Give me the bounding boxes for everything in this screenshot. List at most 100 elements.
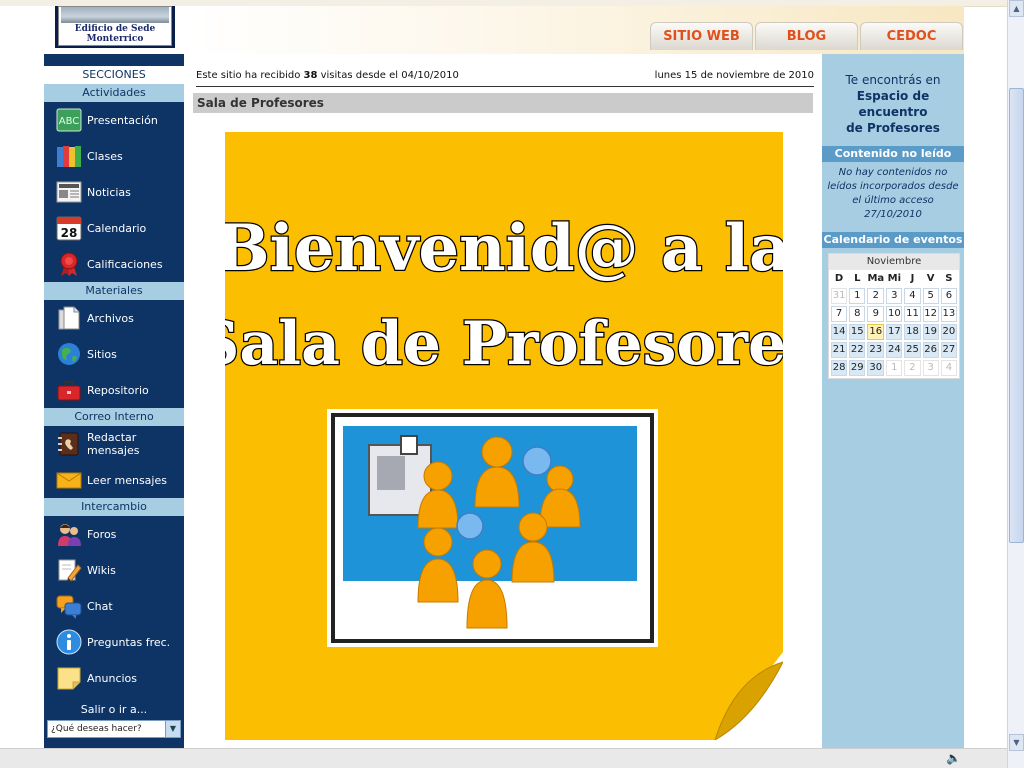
- sidebar-item-calificaciones[interactable]: Calificaciones: [44, 246, 184, 282]
- people-icon: [56, 521, 82, 547]
- calendar-day[interactable]: 9: [867, 306, 885, 322]
- tab-blog[interactable]: BLOG: [755, 22, 858, 50]
- welcome-title-line2: Sala de Profesores: [225, 309, 783, 379]
- welcome-title-line1: Bienvenid@ a la: [225, 211, 783, 286]
- calendar-day[interactable]: 15: [849, 324, 866, 340]
- building-photo: [61, 7, 169, 23]
- left-sidebar: SECCIONES Actividades ABC Presentación C…: [44, 54, 184, 748]
- calendar-day[interactable]: 24: [886, 342, 903, 358]
- chevron-down-icon[interactable]: ▼: [165, 721, 180, 737]
- calendar-day[interactable]: 2: [867, 288, 885, 304]
- svg-text:28: 28: [61, 226, 78, 240]
- scroll-down-icon[interactable]: ▼: [1009, 734, 1024, 751]
- calendar-day[interactable]: 23: [867, 342, 885, 358]
- sidebar-item-label: Chat: [87, 599, 113, 613]
- sidebar-item-sitios[interactable]: Sitios: [44, 336, 184, 372]
- calendar-day[interactable]: 21: [831, 342, 848, 358]
- calendar-day[interactable]: 22: [849, 342, 866, 358]
- space-name-line1: Espacio de encuentro: [856, 89, 930, 119]
- calendar-day[interactable]: 3: [886, 288, 903, 304]
- speaker-icon[interactable]: 🔈: [946, 751, 961, 765]
- browser-status-bar: 🔈: [0, 748, 1007, 768]
- scroll-up-icon[interactable]: ▲: [1009, 0, 1024, 17]
- visits-suffix: visitas desde el 04/10/2010: [317, 70, 459, 81]
- quick-nav-select[interactable]: ¿Qué deseas hacer? ▼: [47, 720, 181, 738]
- main-content: Este sitio ha recibido 38 visitas desde …: [184, 54, 822, 748]
- calendar-day[interactable]: 28: [831, 360, 848, 376]
- calendar-day[interactable]: 31: [831, 288, 848, 304]
- logo-frame: Edificio de Sede Monterrico: [58, 6, 172, 46]
- calendar-day[interactable]: 11: [904, 306, 921, 322]
- sidebar-item-noticias[interactable]: Noticias: [44, 174, 184, 210]
- group-title-actividades: Actividades: [44, 84, 184, 102]
- calendar-day[interactable]: 12: [922, 306, 939, 322]
- calendar-day[interactable]: 26: [922, 342, 939, 358]
- address-book-icon: [56, 431, 82, 457]
- info-icon: [56, 629, 82, 655]
- sidebar-item-redactar-mensajes[interactable]: Redactar mensajes: [44, 426, 184, 462]
- sidebar-item-archivos[interactable]: Archivos: [44, 300, 184, 336]
- calendar-day[interactable]: 4: [904, 288, 921, 304]
- sidebar-item-label: Foros: [87, 527, 117, 541]
- calendar-day[interactable]: 8: [849, 306, 866, 322]
- sidebar-item-anuncios[interactable]: Anuncios: [44, 660, 184, 696]
- sidebar-item-clases[interactable]: Clases: [44, 138, 184, 174]
- abc-icon: ABC: [56, 107, 82, 133]
- files-icon: [56, 305, 82, 331]
- sidebar-item-repositorio[interactable]: Repositorio: [44, 372, 184, 408]
- calendar-week: 7 8 9 10 11 12 13: [831, 306, 957, 322]
- sidebar-item-label: Calendario: [87, 221, 147, 235]
- weekday: S: [945, 273, 953, 284]
- top-tabs: SITIO WEB BLOG CEDOC: [650, 22, 963, 50]
- vertical-scrollbar[interactable]: ▲ ▼: [1007, 0, 1024, 768]
- sidebar-item-preguntas-frec[interactable]: Preguntas frec.: [44, 624, 184, 660]
- logo-text-line1: Edificio de Sede: [74, 24, 156, 34]
- calendar-day-today[interactable]: 16: [867, 324, 885, 340]
- logo-text: Edificio de Sede Monterrico: [59, 24, 171, 44]
- tab-sitio-web[interactable]: SITIO WEB: [650, 22, 753, 50]
- calendar-day[interactable]: 6: [940, 288, 957, 304]
- pencil-icon: [56, 557, 82, 583]
- ribbon-icon: [56, 251, 82, 277]
- unread-text: No hay contenidos no leídos incorporados…: [827, 167, 959, 220]
- calendar-day[interactable]: 20: [940, 324, 957, 340]
- sidebar-item-presentacion[interactable]: ABC Presentación: [44, 102, 184, 138]
- site-header: Edificio de Sede Monterrico SITIO WEB BL…: [44, 6, 964, 54]
- weekday: J: [910, 273, 915, 284]
- calendar-day[interactable]: 10: [886, 306, 903, 322]
- svg-text:ABC: ABC: [59, 116, 80, 127]
- calendar-grid: D L Ma Mi J V S 31 1 2 3 4 5 6 7 8 9 10 …: [829, 270, 959, 378]
- calendar-day[interactable]: 17: [886, 324, 903, 340]
- welcome-banner: Bienvenid@ a la Sala de Profesores: [225, 132, 783, 740]
- weekday: Ma: [867, 273, 885, 284]
- scrollbar-thumb[interactable]: [1009, 88, 1024, 543]
- sidebar-item-leer-mensajes[interactable]: Leer mensajes: [44, 462, 184, 498]
- calendar-day[interactable]: 13: [940, 306, 957, 322]
- calendar-day[interactable]: 30: [867, 360, 885, 376]
- calendar-day[interactable]: 27: [940, 342, 957, 358]
- calendar-day[interactable]: 14: [831, 324, 848, 340]
- calendar-day[interactable]: 5: [922, 288, 939, 304]
- calendar-day[interactable]: 1: [849, 288, 866, 304]
- calendar-day[interactable]: 19: [922, 324, 939, 340]
- calendar-day[interactable]: 29: [849, 360, 866, 376]
- calendar-day[interactable]: 4: [940, 360, 957, 376]
- sidebar-item-wikis[interactable]: Wikis: [44, 552, 184, 588]
- sidebar-title: SECCIONES: [44, 66, 184, 84]
- calendar-week: 21 22 23 24 25 26 27: [831, 342, 957, 358]
- sidebar-item-label: Preguntas frec.: [87, 635, 171, 649]
- page-margin: [0, 6, 44, 748]
- calendar-day[interactable]: 25: [904, 342, 921, 358]
- sidebar-item-calendario[interactable]: 28 Calendario: [44, 210, 184, 246]
- tab-cedoc[interactable]: CEDOC: [860, 22, 963, 50]
- sidebar-item-label: Clases: [87, 149, 123, 163]
- sidebar-item-chat[interactable]: Chat: [44, 588, 184, 624]
- calendar-day[interactable]: 2: [904, 360, 921, 376]
- calendar-day[interactable]: 7: [831, 306, 848, 322]
- calendar-day[interactable]: 1: [886, 360, 903, 376]
- calendar-title: Calendario de eventos: [822, 232, 964, 248]
- site-logo[interactable]: Edificio de Sede Monterrico: [55, 6, 175, 48]
- calendar-day[interactable]: 3: [922, 360, 939, 376]
- calendar-day[interactable]: 18: [904, 324, 921, 340]
- sidebar-item-foros[interactable]: Foros: [44, 516, 184, 552]
